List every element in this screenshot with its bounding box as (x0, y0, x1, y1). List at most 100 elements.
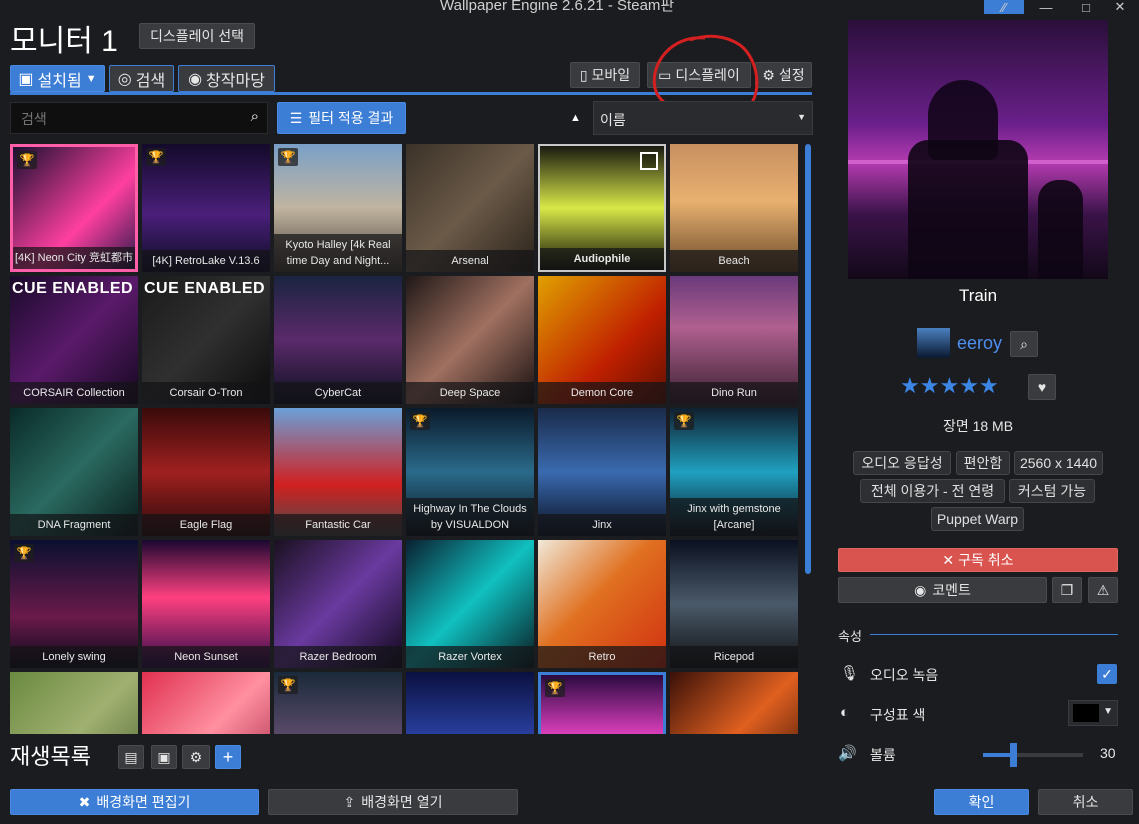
trophy-icon: 🏆 (17, 151, 37, 169)
open-wallpaper-label: 배경화면 열기 (361, 794, 443, 810)
wallpaper-tile[interactable]: Eagle Flag (142, 408, 270, 536)
tag-customizable[interactable]: 커스텀 가능 (1009, 479, 1095, 503)
tag-resolution[interactable]: 2560 x 1440 (1014, 451, 1103, 475)
preview-image (848, 20, 1108, 279)
ok-button[interactable]: 확인 (934, 789, 1029, 815)
color-swatch (1073, 704, 1099, 722)
tab-installed[interactable]: ▣ 설치됨 ▼ (10, 65, 105, 92)
tag-rating[interactable]: 전체 이용가 - 전 연령 (860, 479, 1005, 503)
display-select-button[interactable]: 디스플레이 선택 (139, 23, 255, 49)
wallpaper-tile[interactable]: Razer Vortex (406, 540, 534, 668)
mobile-label: 모바일 (591, 67, 631, 83)
trophy-icon: 🏆 (278, 148, 298, 166)
audio-recording-checkbox[interactable]: ✓ (1097, 664, 1117, 684)
wallpaper-tile[interactable]: Razer Bedroom (274, 540, 402, 668)
wallpaper-tile[interactable]: Ricepod (670, 540, 798, 668)
phone-icon: ▯ (579, 66, 588, 83)
search-input[interactable] (19, 108, 233, 130)
page-title: 모니터 1 (10, 25, 118, 58)
search-author-icon[interactable]: ⌕ (1010, 331, 1038, 357)
unsubscribe-label: 구독 취소 (958, 552, 1014, 568)
close-icon: ✕ (942, 551, 955, 568)
wallpaper-tile-label: Razer Bedroom (274, 646, 402, 668)
wallpaper-tile[interactable]: Beach (670, 144, 798, 272)
wallpaper-tile[interactable]: Dino Run (670, 276, 798, 404)
cue-badge: CUE ENABLED (144, 280, 266, 297)
wallpaper-tile[interactable]: 🏆 (538, 672, 666, 734)
minimize-icon[interactable]: — (1026, 0, 1066, 15)
wallpaper-tile[interactable]: 🏆 Kyoto Halley [4k Real time Day and Nigh… (274, 144, 402, 272)
wallpaper-tile[interactable]: CUE ENABLED CORSAIR Collection (10, 276, 138, 404)
comment-button[interactable]: ◉ 코멘트 (838, 577, 1047, 603)
wallpaper-tile[interactable]: Retro (538, 540, 666, 668)
edit-mode-icon[interactable]: ⁄⁄ (984, 0, 1024, 15)
tag-relaxing[interactable]: 편안함 (956, 451, 1010, 475)
wallpaper-tile[interactable]: 🏆 [4K] RetroLake V.13.6 (142, 144, 270, 272)
wallpaper-tile-label: CyberCat (274, 382, 402, 404)
search-icon[interactable]: ⌕ (251, 108, 259, 125)
audio-recording-label: 오디오 녹음 (870, 667, 939, 683)
filter-icon: ☰ (289, 109, 303, 126)
wallpaper-tile-label: Audiophile (540, 248, 664, 270)
folder-open-icon[interactable]: ▤ (118, 745, 144, 769)
save-playlist-icon[interactable]: ▣ (151, 745, 177, 769)
wallpaper-tile[interactable]: 🏆 Lonely swing (10, 540, 138, 668)
wallpaper-tile[interactable]: Fantastic Car (274, 408, 402, 536)
grid-scrollbar[interactable] (805, 144, 811, 574)
author-link[interactable]: eeroy (957, 333, 1002, 354)
warning-icon[interactable]: ⚠ (1088, 577, 1118, 603)
mobile-button[interactable]: ▯ 모바일 (570, 62, 640, 88)
sort-value: 이름 (600, 112, 626, 128)
trophy-icon: 🏆 (410, 412, 430, 430)
scheme-color-picker[interactable]: ▼ (1068, 700, 1118, 726)
wallpaper-tile[interactable]: Arsenal (406, 144, 534, 272)
unsubscribe-button[interactable]: ✕ 구독 취소 (838, 548, 1118, 572)
sort-direction-icon[interactable]: ▲ (570, 112, 581, 124)
tag-puppet-warp[interactable]: Puppet Warp (931, 507, 1024, 531)
wallpaper-tile[interactable]: Jinx (538, 408, 666, 536)
wallpaper-tile[interactable] (406, 672, 534, 734)
volume-icon: 🔊 (838, 745, 857, 762)
select-checkbox[interactable] (640, 152, 658, 170)
sort-select[interactable]: 이름 ▼ (593, 101, 813, 135)
wallpaper-tile-label: Beach (670, 250, 798, 272)
wallpaper-tile[interactable]: Demon Core (538, 276, 666, 404)
wallpaper-tile[interactable]: DNA Fragment (10, 408, 138, 536)
gears-icon[interactable]: ⚙ (182, 745, 210, 769)
wallpaper-tile[interactable]: CUE ENABLED Corsair O-Tron (142, 276, 270, 404)
wallpaper-tile[interactable]: CyberCat (274, 276, 402, 404)
tab-workshop[interactable]: ◉ 창작마당 (178, 65, 275, 92)
wallpaper-tile[interactable]: Deep Space (406, 276, 534, 404)
wallpaper-tile[interactable] (670, 672, 798, 734)
cancel-button[interactable]: 취소 (1038, 789, 1133, 815)
wallpaper-tile[interactable]: Audiophile (538, 144, 666, 272)
wallpaper-tile[interactable] (142, 672, 270, 734)
open-wallpaper-button[interactable]: ⇪ 배경화면 열기 (268, 789, 518, 815)
wallpaper-tile-label: Arsenal (406, 250, 534, 272)
wallpaper-tile[interactable]: 🏆 [4K] Neon City 竞虹都市 (10, 144, 138, 272)
add-icon[interactable]: + (215, 745, 241, 769)
upload-icon: ⇪ (343, 793, 356, 810)
star-icon: ★ (939, 373, 960, 398)
wallpaper-tile-label: Ricepod (670, 646, 798, 668)
wallpaper-editor-button[interactable]: ✖ 배경화면 편집기 (10, 789, 259, 815)
compass-icon: ◎ (117, 70, 132, 88)
volume-slider-thumb[interactable] (1010, 743, 1017, 767)
wallpaper-tile[interactable]: 🏆 Highway In The Clouds by VISUALDON (406, 408, 534, 536)
window-title: Wallpaper Engine 2.6.21 - Steam판 (440, 0, 675, 14)
tag-audio[interactable]: 오디오 응답성 (853, 451, 951, 475)
wallpaper-tile[interactable] (10, 672, 138, 734)
tab-installed-label: 설치됨 (37, 72, 82, 90)
wallpaper-tile-label: Lonely swing (10, 646, 138, 668)
heart-icon[interactable]: ♥ (1028, 374, 1056, 400)
filter-button[interactable]: ☰ 필터 적용 결과 (277, 102, 406, 134)
wallpaper-tile-label: Fantastic Car (274, 514, 402, 536)
microphone-icon: 🎙 (840, 665, 860, 682)
wallpaper-tile-label: [4K] RetroLake V.13.6 (142, 250, 270, 272)
close-icon[interactable]: ✕ (1100, 0, 1139, 14)
wallpaper-tile[interactable]: 🏆 Jinx with gemstone [Arcane] (670, 408, 798, 536)
wallpaper-tile[interactable]: Neon Sunset (142, 540, 270, 668)
tab-discover[interactable]: ◎ 검색 (109, 65, 174, 92)
copy-icon[interactable]: ❐ (1052, 577, 1082, 603)
wallpaper-tile[interactable]: 🏆 (274, 672, 402, 734)
